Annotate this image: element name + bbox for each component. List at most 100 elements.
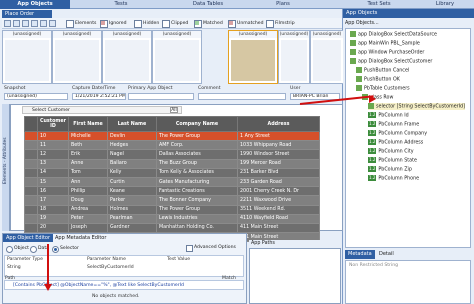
param-type-cell[interactable]: String [7,265,21,270]
table-cell[interactable]: 10 [37,130,69,142]
tab-tests[interactable]: Tests [96,0,146,9]
table-cell[interactable]: 12 [37,149,69,160]
object-title[interactable]: Place Order [2,10,52,18]
table-cell[interactable]: Anne [68,158,108,169]
table-row[interactable]: 11 Beth Hedges AMF Corp. 1033 Whippany Road [24,140,320,151]
row-selector[interactable] [24,140,38,151]
table-cell[interactable]: The Buzz Group [156,158,238,169]
table-cell[interactable]: 20 [37,222,69,234]
tab-app-objects[interactable]: App Objects [0,0,70,9]
tab-test-sets[interactable]: Test Sets [354,0,404,9]
table-cell[interactable]: 1990 Windsor Street [237,149,320,160]
table-cell[interactable]: 17 [37,195,69,206]
tree-node[interactable]: 1.2 PbColumn State [368,157,417,164]
snapshot-field[interactable]: (unassigned) [4,93,68,100]
snapshot-thumbnail[interactable]: (unassigned) [310,30,344,84]
table-cell[interactable]: 231 Barker Blvd [237,167,320,178]
table-row[interactable]: 17 Doug Parker The Bonner Company 2211 Waxwo… [24,195,320,206]
tab-metadata[interactable]: Metadata [345,250,375,259]
table-cell[interactable]: 1033 Whippany Road [237,140,320,151]
table-cell[interactable]: Tom Kelly & Associates [156,167,238,178]
filter-matched[interactable]: Matched [194,20,223,28]
table-cell[interactable]: 411 Main Street [237,222,320,234]
table-cell[interactable]: 3511 Weekend Rd. [237,204,320,215]
table-cell[interactable]: Kelly [107,167,157,178]
tree-node[interactable]: 1.2 PbColumn City [368,148,414,155]
table-cell[interactable]: Lewis Industries [156,213,238,224]
table-cell[interactable]: 199 Mercer Road [237,158,320,169]
table-cell[interactable]: The Bonner Company [156,195,238,206]
last-icon[interactable] [49,20,56,27]
table-cell[interactable]: Peter [68,213,108,224]
table-cell[interactable]: Ann [68,176,108,188]
path-field[interactable]: [Contains PbObject] @ObjectName=="%", @T… [4,280,244,290]
advanced-options-checkbox[interactable]: Advanced Options [186,245,236,252]
table-cell[interactable]: The Power Group [156,204,238,215]
tree-node[interactable]: app DialogBox SelectCustomer [350,58,432,65]
tree-node[interactable]: 1.2 PbColumn Id [368,112,409,119]
table-cell[interactable]: AMF Corp. [156,140,238,151]
table-cell[interactable]: Fantastic Creations [156,186,238,197]
comment-field[interactable] [198,93,286,100]
col-header-last-name[interactable]: Last Name [107,116,157,132]
param-name-cell[interactable]: SelectByCustomerId [87,265,134,270]
row-selector[interactable] [24,186,38,197]
table-row[interactable]: 13 Anne Ballaro The Buzz Group 199 Mercer Ro… [24,158,320,169]
zoom-in-icon[interactable] [4,20,11,27]
app-paths-list[interactable] [249,248,341,304]
filter-ignored[interactable]: Ignored [100,20,127,28]
tab-data-tables[interactable]: Data Tables [178,0,238,9]
tree-node[interactable]: app DialogBox SelectDataSource [350,31,437,38]
table-cell[interactable]: Beth [68,140,108,151]
table-cell[interactable]: Tom [68,167,108,178]
row-selector[interactable] [24,204,38,215]
row-selector[interactable] [24,195,38,206]
tab-app-object-editor[interactable]: App Object Editor [3,234,54,242]
snapshot-thumbnail[interactable]: (unassigned) [2,30,52,84]
path-expression[interactable]: [Contains PbObject] @ObjectName=="%", @T… [13,283,184,288]
next-icon[interactable] [40,20,47,27]
table-cell[interactable]: 4110 Wayfield Road [237,213,320,224]
table-row[interactable]: 19 Peter Pearlman Lewis Industries 4110 Wayf… [24,213,320,224]
table-row[interactable]: 15 Ann Curtin Gates Manufacturing 233 Garden… [24,176,320,188]
table-cell[interactable]: Holmes [107,204,157,215]
tree-node[interactable]: 1.2 PbColumn Phone [368,175,419,182]
capture-date-field[interactable]: 1/21/2019 2:52:21 PM [72,93,126,100]
table-cell[interactable]: 19 [37,213,69,224]
table-cell[interactable]: Dallas Associates [156,149,238,160]
table-row[interactable]: 16 Phillip Keane Fantastic Creations 2001 Ch… [24,186,320,197]
tree-node[interactable]: PushButton OK [356,76,400,83]
snapshot-thumbnail[interactable]: (unassigned) [152,30,202,84]
table-cell[interactable]: Gates Manufacturing [156,176,238,188]
tab-detail[interactable]: Detail [376,250,397,259]
tree-node[interactable]: 1.2 PbColumn Company [368,130,427,137]
table-cell[interactable]: Erik [68,149,108,160]
tree-node[interactable]: PushButton Cancel [356,67,409,74]
table-cell[interactable]: Phillip [68,186,108,197]
tab-app-metadata-editor[interactable]: App Metadata Editor [52,234,109,242]
table-row[interactable]: 18 Andrea Holmes The Power Group 3511 Weeken… [24,204,320,215]
row-selector[interactable] [24,176,38,188]
zoom-out-icon[interactable] [13,20,20,27]
table-cell[interactable]: Curtin [107,176,157,188]
table-cell[interactable]: Doug [68,195,108,206]
col-header-address[interactable]: Address [237,116,320,132]
table-row[interactable]: 12 Erik Nagel Dallas Associates 1990 Windsor… [24,149,320,160]
tree-node[interactable]: app MainWin PBL_Sample [350,40,420,47]
table-cell[interactable]: Andrea [68,204,108,215]
table-cell[interactable]: 13 [37,158,69,169]
table-cell[interactable]: Michelle [68,130,108,142]
filter-unmatched[interactable]: Unmatched [228,20,264,28]
table-cell[interactable]: 14 [37,167,69,178]
col-header-customer-id[interactable]: Customer ID [37,116,69,132]
filter-elements[interactable]: Elements [66,20,96,28]
filter-hidden[interactable]: Hidden [134,20,159,28]
table-cell[interactable]: Keane [107,186,157,197]
table-cell[interactable]: Nagel [107,149,157,160]
primary-object-field[interactable] [128,93,194,100]
snapshot-thumbnail[interactable]: (unassigned) [102,30,152,84]
table-cell[interactable]: Ballaro [107,158,157,169]
table-row[interactable]: 10 Michelle Devlin The Power Group 1 Any Str… [24,130,320,142]
table-row[interactable]: 20 Joseph Gardner Manhattan Holding Co. 411 … [24,222,320,234]
row-selector[interactable] [24,158,38,169]
